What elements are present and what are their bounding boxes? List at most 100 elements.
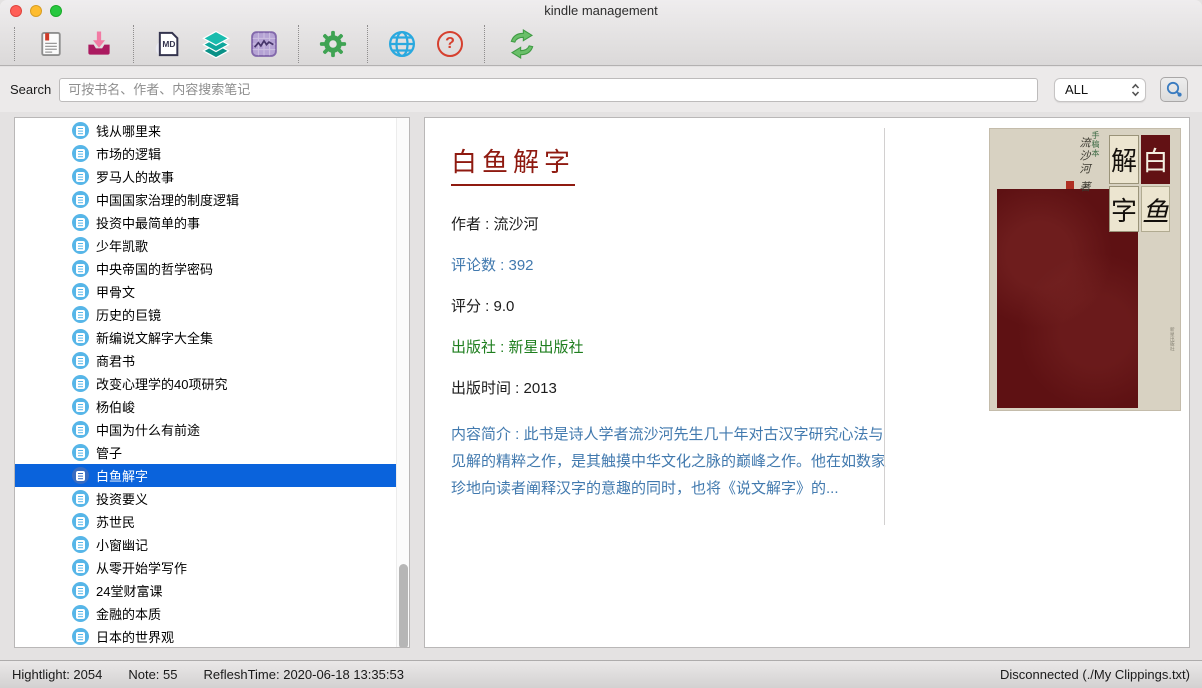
list-item[interactable]: 24堂财富课 (15, 579, 396, 602)
book-title-label: 甲骨文 (96, 282, 135, 301)
note-icon (72, 122, 89, 139)
list-item[interactable]: 市场的逻辑 (15, 142, 396, 165)
note-icon (72, 559, 89, 576)
book-title-label: 改变心理学的40项研究 (96, 374, 227, 393)
toolbar-separator (298, 25, 299, 63)
import-clippings-button[interactable] (82, 26, 116, 62)
note-count: Note: 55 (128, 667, 177, 682)
book-title-label: 中国国家治理的制度逻辑 (96, 190, 239, 209)
list-item[interactable]: 苏世民 (15, 510, 396, 533)
book-comment-count: 评论数 : 392 (451, 257, 887, 274)
content-area: 钱从哪里来市场的逻辑罗马人的故事中国国家治理的制度逻辑投资中最简单的事少年凯歌中… (0, 112, 1202, 660)
book-title-label: 白鱼解字 (96, 466, 148, 485)
list-item[interactable]: 金融的本质 (15, 602, 396, 625)
svg-text:MD: MD (162, 39, 175, 49)
list-item[interactable]: 白鱼解字 (15, 464, 396, 487)
filter-select[interactable]: ALL (1054, 78, 1146, 102)
list-item[interactable]: 商君书 (15, 349, 396, 372)
list-item[interactable]: 从零开始学写作 (15, 556, 396, 579)
app-window: kindle management (0, 0, 1202, 688)
list-item[interactable]: 杨伯峻 (15, 395, 396, 418)
list-item[interactable]: 甲骨文 (15, 280, 396, 303)
book-title-label: 新编说文解字大全集 (96, 328, 213, 347)
list-item[interactable]: 历史的巨镜 (15, 303, 396, 326)
layers-icon (201, 29, 231, 59)
book-title-label: 钱从哪里来 (96, 121, 161, 140)
note-icon (72, 513, 89, 530)
book-title-label: 投资要义 (96, 489, 148, 508)
note-icon (72, 168, 89, 185)
book-title-link[interactable]: 白鱼解字 (451, 142, 575, 186)
note-icon (72, 145, 89, 162)
cover-red-seal (1066, 181, 1074, 189)
window-header: kindle management (0, 0, 1202, 66)
toolbar: MD (0, 22, 1202, 66)
website-button[interactable] (385, 26, 419, 62)
cover-author-signature: 流沙河 著 (1076, 137, 1092, 194)
note-icon (72, 444, 89, 461)
list-item[interactable]: 少年凯歌 (15, 234, 396, 257)
list-item[interactable]: 新编说文解字大全集 (15, 326, 396, 349)
close-button[interactable] (10, 5, 22, 17)
settings-button[interactable] (316, 26, 350, 62)
document-icon (37, 29, 65, 59)
book-title-label: 金融的本质 (96, 604, 161, 623)
filter-selected-value: ALL (1065, 82, 1131, 97)
list-item[interactable]: 小窗幽记 (15, 533, 396, 556)
book-title-label: 管子 (96, 443, 122, 462)
list-item[interactable]: 中国国家治理的制度逻辑 (15, 188, 396, 211)
list-item[interactable]: 钱从哪里来 (15, 119, 396, 142)
book-title-label: 市场的逻辑 (96, 144, 161, 163)
search-button[interactable] (1160, 77, 1188, 102)
list-item[interactable]: 改变心理学的40项研究 (15, 372, 396, 395)
refresh-button[interactable] (502, 26, 542, 62)
book-author: 作者 : 流沙河 (451, 216, 887, 233)
book-title-label: 24堂财富课 (96, 581, 162, 600)
titlebar[interactable]: kindle management (0, 0, 1202, 22)
note-icon (72, 329, 89, 346)
scrollbar-thumb[interactable] (399, 564, 408, 648)
book-title-label: 小窗幽记 (96, 535, 148, 554)
note-icon (72, 237, 89, 254)
cover-spine-text: 新星出版社 (1168, 327, 1175, 351)
note-icon (72, 352, 89, 369)
list-item[interactable]: 日本的世界观 (15, 625, 396, 648)
note-icon (72, 628, 89, 645)
cover-char: 解 (1109, 135, 1139, 184)
minimize-button[interactable] (30, 5, 42, 17)
book-detail: 白鱼解字 作者 : 流沙河 评论数 : 392 评分 : 9.0 出版社 : 新… (451, 142, 887, 502)
note-icon (72, 605, 89, 622)
note-icon (72, 536, 89, 553)
search-input[interactable] (59, 78, 1038, 102)
note-icon (72, 375, 89, 392)
list-item[interactable]: 管子 (15, 441, 396, 464)
list-item[interactable]: 罗马人的故事 (15, 165, 396, 188)
merge-layers-button[interactable] (199, 26, 233, 62)
notes-document-button[interactable] (34, 26, 68, 62)
list-item[interactable]: 中央帝国的哲学密码 (15, 257, 396, 280)
refresh-time: RefleshTime: 2020-06-18 13:35:53 (204, 667, 404, 682)
book-title-label: 少年凯歌 (96, 236, 148, 255)
book-title-label: 历史的巨镜 (96, 305, 161, 324)
gear-icon (318, 29, 348, 59)
fullscreen-button[interactable] (50, 5, 62, 17)
statistics-button[interactable] (247, 26, 281, 62)
book-title-label: 日本的世界观 (96, 627, 174, 646)
note-icon (72, 260, 89, 277)
toolbar-separator (367, 25, 368, 63)
note-icon (72, 214, 89, 231)
help-icon: ? (437, 31, 463, 57)
export-markdown-button[interactable]: MD (151, 26, 185, 62)
book-title-label: 中国为什么有前途 (96, 420, 200, 439)
book-title-label: 投资中最简单的事 (96, 213, 200, 232)
book-title-label: 商君书 (96, 351, 135, 370)
book-list: 钱从哪里来市场的逻辑罗马人的故事中国国家治理的制度逻辑投资中最简单的事少年凯歌中… (15, 119, 396, 648)
sidebar-scrollbar[interactable] (396, 118, 409, 647)
list-item[interactable]: 中国为什么有前途 (15, 418, 396, 441)
list-item[interactable]: 投资要义 (15, 487, 396, 510)
list-item[interactable]: 投资中最简单的事 (15, 211, 396, 234)
vertical-divider (884, 128, 885, 525)
connection-status: Disconnected (./My Clippings.txt) (1000, 667, 1190, 682)
toolbar-separator (133, 25, 134, 63)
help-button[interactable]: ? (433, 26, 467, 62)
